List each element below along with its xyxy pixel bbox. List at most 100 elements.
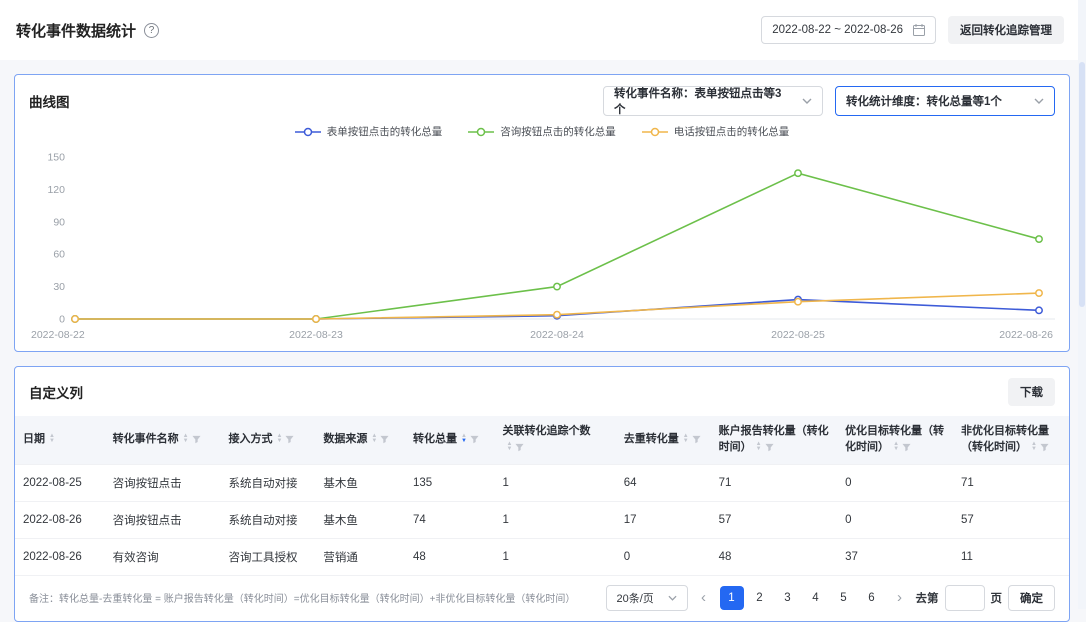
stat-dimension-select-value: 转化统计维度：转化总量等1个 bbox=[846, 93, 1002, 109]
y-tick-label: 120 bbox=[47, 184, 65, 196]
column-header[interactable]: 去重转化量 ▲▼ bbox=[616, 416, 711, 464]
data-point[interactable] bbox=[1036, 290, 1042, 296]
page-button-2[interactable]: 2 bbox=[748, 586, 772, 610]
table-cell: 1 bbox=[495, 501, 616, 538]
page-buttons: 123456 bbox=[720, 586, 884, 610]
sort-icon[interactable]: ▲▼ bbox=[461, 434, 467, 444]
vertical-scrollbar[interactable] bbox=[1078, 0, 1086, 609]
filter-icon[interactable] bbox=[902, 443, 911, 452]
legend-label: 咨询按钮点击的转化总量 bbox=[500, 124, 616, 139]
page-button-1[interactable]: 1 bbox=[720, 586, 744, 610]
column-header[interactable]: 关联转化追踪个数▲▼ bbox=[495, 416, 616, 464]
page-button-6[interactable]: 6 bbox=[860, 586, 884, 610]
legend-label: 电话按钮点击的转化总量 bbox=[674, 124, 790, 139]
table-row[interactable]: 2022-08-26有效咨询咨询工具授权营销通4810483711 bbox=[15, 538, 1069, 575]
confirm-button[interactable]: 确定 bbox=[1008, 585, 1055, 611]
event-name-select-value: 转化事件名称：表单按钮点击等3个 bbox=[614, 85, 792, 117]
stat-dimension-select[interactable]: 转化统计维度：转化总量等1个 bbox=[835, 86, 1055, 116]
table-cell: 1 bbox=[495, 464, 616, 501]
table-cell: 咨询工具授权 bbox=[221, 538, 316, 575]
data-point[interactable] bbox=[72, 316, 78, 322]
chart-card-title: 曲线图 bbox=[29, 91, 70, 111]
table-cell: 咨询按钮点击 bbox=[105, 501, 221, 538]
x-tick-label: 2022-08-23 bbox=[289, 329, 343, 341]
legend-item[interactable]: 电话按钮点击的转化总量 bbox=[642, 124, 790, 139]
column-header[interactable]: 数据来源 ▲▼ bbox=[315, 416, 405, 464]
chevron-down-icon bbox=[802, 98, 812, 104]
table-row[interactable]: 2022-08-26咨询按钮点击系统自动对接基木鱼7411757057 bbox=[15, 501, 1069, 538]
column-label: 数据来源 bbox=[323, 433, 367, 445]
column-header[interactable]: 优化目标转化量（转化时间）▲▼ bbox=[837, 416, 953, 464]
table-cell: 系统自动对接 bbox=[221, 501, 316, 538]
sort-icon[interactable]: ▲▼ bbox=[183, 434, 189, 444]
filter-icon[interactable] bbox=[380, 435, 389, 444]
sort-icon[interactable]: ▲▼ bbox=[507, 442, 513, 452]
scrollbar-thumb[interactable] bbox=[1079, 62, 1085, 307]
table-row[interactable]: 2022-08-25咨询按钮点击系统自动对接基木鱼13516471071 bbox=[15, 464, 1069, 501]
help-icon[interactable]: ? bbox=[144, 23, 159, 38]
table-cell: 57 bbox=[711, 501, 837, 538]
date-range-value: 2022-08-22 ~ 2022-08-26 bbox=[772, 24, 903, 36]
next-page-button[interactable]: › bbox=[890, 585, 910, 611]
data-point[interactable] bbox=[313, 316, 319, 322]
filter-icon[interactable] bbox=[470, 435, 479, 444]
column-header[interactable]: 账户报告转化量（转化时间）▲▼ bbox=[711, 416, 837, 464]
table-cell: 2022-08-26 bbox=[15, 501, 105, 538]
page-jump-input[interactable] bbox=[945, 585, 985, 611]
y-tick-label: 60 bbox=[53, 249, 65, 261]
filter-icon[interactable] bbox=[765, 443, 774, 452]
table-cell: 0 bbox=[616, 538, 711, 575]
column-header[interactable]: 转化事件名称▲▼ bbox=[105, 416, 221, 464]
page-button-3[interactable]: 3 bbox=[776, 586, 800, 610]
data-point[interactable] bbox=[554, 311, 560, 317]
filter-icon[interactable] bbox=[692, 435, 701, 444]
sort-icon[interactable]: ▲▼ bbox=[756, 442, 762, 452]
date-range-picker[interactable]: 2022-08-22 ~ 2022-08-26 bbox=[761, 16, 936, 44]
table-header-row: 日期▲▼转化事件名称▲▼接入方式▲▼数据来源▲▼转化总量▲▼关联转化追踪个数▲▼… bbox=[15, 416, 1069, 464]
page-title: 转化事件数据统计 bbox=[16, 20, 136, 41]
page-button-4[interactable]: 4 bbox=[804, 586, 828, 610]
chart-card: 曲线图 转化事件名称：表单按钮点击等3个 转化统计维度：转化总量等1个 表单按钮… bbox=[14, 74, 1070, 352]
data-point[interactable] bbox=[554, 283, 560, 289]
table-cell: 基木鱼 bbox=[315, 464, 405, 501]
table-cell: 17 bbox=[616, 501, 711, 538]
table-cell: 0 bbox=[837, 501, 953, 538]
sort-icon[interactable]: ▲▼ bbox=[277, 434, 283, 444]
event-name-select[interactable]: 转化事件名称：表单按钮点击等3个 bbox=[603, 86, 823, 116]
back-button[interactable]: 返回转化追踪管理 bbox=[948, 16, 1064, 44]
column-header[interactable]: 接入方式▲▼ bbox=[221, 416, 316, 464]
column-header[interactable]: 转化总量▲▼ bbox=[405, 416, 495, 464]
data-point[interactable] bbox=[1036, 236, 1042, 242]
filter-icon[interactable] bbox=[1040, 443, 1049, 452]
filter-icon[interactable] bbox=[192, 435, 201, 444]
column-label: 去重转化量 bbox=[624, 433, 679, 445]
table-cell: 有效咨询 bbox=[105, 538, 221, 575]
sort-icon[interactable]: ▲▼ bbox=[683, 434, 689, 444]
sort-icon[interactable]: ▲▼ bbox=[893, 442, 899, 452]
sort-icon[interactable]: ▲▼ bbox=[371, 434, 377, 444]
page-size-select[interactable]: 20条/页 bbox=[606, 585, 688, 611]
filter-icon[interactable] bbox=[285, 435, 294, 444]
data-point[interactable] bbox=[795, 170, 801, 176]
table-cell: 48 bbox=[405, 538, 495, 575]
table-card-title: 自定义列 bbox=[29, 382, 83, 402]
data-point[interactable] bbox=[795, 299, 801, 305]
data-point[interactable] bbox=[1036, 307, 1042, 313]
chevron-down-icon bbox=[668, 595, 677, 601]
line-chart: 03060901201502022-08-222022-08-232022-08… bbox=[29, 143, 1055, 345]
sort-icon[interactable]: ▲▼ bbox=[1031, 442, 1037, 452]
column-header[interactable]: 日期▲▼ bbox=[15, 416, 105, 464]
filter-icon[interactable] bbox=[515, 443, 524, 452]
table-cell: 11 bbox=[953, 538, 1069, 575]
prev-page-button[interactable]: ‹ bbox=[694, 585, 714, 611]
legend-item[interactable]: 表单按钮点击的转化总量 bbox=[295, 124, 443, 139]
download-button[interactable]: 下载 bbox=[1008, 378, 1055, 406]
table-cell: 营销通 bbox=[315, 538, 405, 575]
sort-icon[interactable]: ▲▼ bbox=[49, 434, 55, 444]
page-button-5[interactable]: 5 bbox=[832, 586, 856, 610]
column-header[interactable]: 非优化目标转化量（转化时间）▲▼ bbox=[953, 416, 1069, 464]
legend-item[interactable]: 咨询按钮点击的转化总量 bbox=[468, 124, 616, 139]
legend-marker-icon bbox=[295, 127, 321, 137]
page-size-value: 20条/页 bbox=[617, 590, 654, 606]
column-label: 账户报告转化量（转化时间） bbox=[719, 425, 829, 453]
